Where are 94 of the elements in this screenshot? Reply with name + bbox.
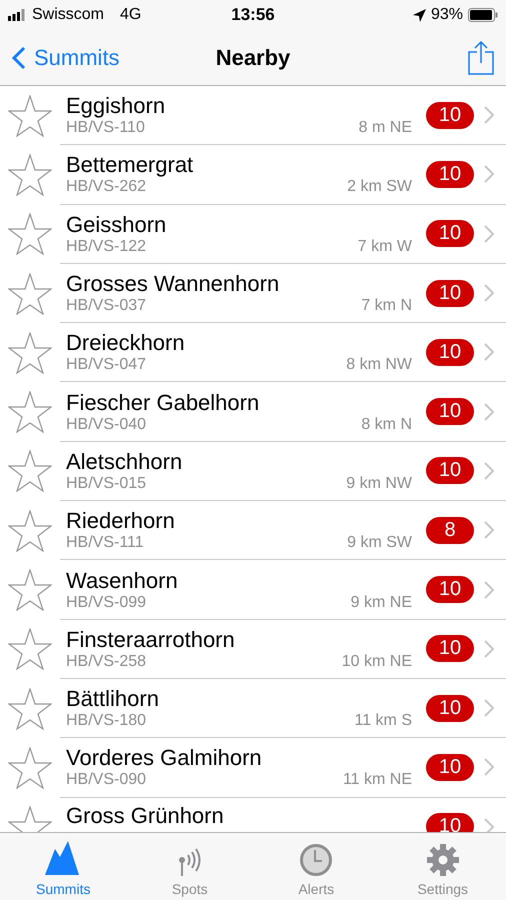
summit-distance: 8 m NE — [358, 119, 412, 138]
settings-icon — [426, 843, 460, 877]
star-icon[interactable] — [8, 332, 52, 374]
chevron-icon — [484, 580, 494, 599]
chevron-icon — [484, 758, 494, 776]
points-badge: 10 — [426, 635, 474, 662]
summit-reference: HB/VS-040 — [66, 416, 146, 434]
summit-reference: HB/VS-047 — [66, 356, 146, 374]
star-icon[interactable] — [8, 688, 52, 730]
tab-bar-item[interactable]: Spots — [126, 833, 253, 900]
chevron-icon — [484, 699, 494, 718]
summit-distance: 7 km W — [358, 238, 412, 256]
tab-bar-item[interactable]: Summits — [0, 833, 126, 900]
summit-name: Eggishorn — [66, 93, 166, 120]
points-badge: 10 — [426, 102, 474, 129]
back-link[interactable]: Summits — [12, 44, 120, 70]
summit-name: Dreieckhorn — [66, 330, 186, 356]
chevron-icon — [484, 521, 494, 540]
points-badge: 10 — [426, 160, 474, 188]
summit-name: Wasenhorn — [66, 568, 179, 594]
star-icon[interactable] — [8, 213, 52, 256]
tab-bar-item[interactable]: Settings — [380, 833, 506, 900]
chevron-icon — [484, 818, 494, 832]
summit-name: Grosses Wannenhorn — [66, 271, 280, 298]
summit-name: Riederhorn — [66, 508, 176, 534]
clock-time: 13:56 — [231, 5, 275, 25]
summit-distance: 11 km NE — [342, 771, 412, 790]
battery-icon — [468, 8, 498, 22]
location-arrow-icon — [412, 8, 426, 22]
chevron-icon — [484, 165, 494, 184]
summit-distance: 7 km N — [361, 297, 412, 316]
chevron-icon — [484, 462, 494, 480]
summit-reference: HB/VS-262 — [66, 178, 146, 196]
chevron-icon — [484, 640, 494, 658]
summit-reference: HB/VS-180 — [66, 712, 146, 730]
battery-percent: 93% — [430, 6, 464, 24]
share-button[interactable] — [468, 40, 494, 74]
chevron-icon — [484, 343, 494, 362]
summit-reference: HB/VS-037 — [66, 297, 146, 316]
summit-distance: 9 km SW — [347, 534, 412, 552]
star-icon[interactable] — [8, 154, 52, 196]
points-badge: 10 — [426, 220, 474, 248]
points-badge: 10 — [426, 398, 474, 426]
star-icon[interactable] — [8, 510, 52, 552]
star-icon[interactable] — [8, 746, 52, 789]
summit-name: Finsteraarrothorn — [66, 626, 236, 653]
star-icon[interactable] — [8, 569, 52, 612]
summit-reference: HB/VS-122 — [66, 238, 146, 256]
chevron-icon — [484, 224, 494, 243]
summit-name: Geisshorn — [66, 212, 168, 238]
page-title: Nearby — [216, 44, 290, 70]
points-badge: 10 — [426, 754, 474, 781]
star-icon[interactable] — [8, 94, 52, 137]
summit-distance: 9 km NE — [350, 594, 412, 612]
summit-name: Vorderes Galmihorn — [66, 745, 263, 772]
antenna-icon — [178, 847, 202, 877]
points-badge: 10 — [426, 457, 474, 484]
carrier-name: Swisscom — [32, 6, 104, 24]
summit-distance: 8 km N — [361, 416, 412, 434]
summit-distance: 8 km NW — [346, 356, 412, 374]
points-badge: 10 — [426, 338, 474, 366]
summit-name: Bettemergrat — [66, 152, 194, 178]
summit-distance: 2 km SW — [347, 178, 412, 196]
chevron-icon — [484, 284, 494, 302]
points-badge: 10 — [426, 813, 474, 832]
star-icon[interactable] — [8, 450, 52, 492]
network-type: 4G — [120, 6, 142, 24]
signal-icon — [8, 9, 26, 21]
summit-name: Gross Grünhorn — [66, 802, 225, 829]
summit-name: Fiescher Gabelhorn — [66, 390, 260, 416]
points-badge: 10 — [426, 694, 474, 722]
star-icon[interactable] — [8, 272, 52, 315]
summit-distance: 9 km NW — [346, 474, 412, 493]
summit-reference: HB/VS-015 — [66, 474, 146, 493]
summit-distance: 10 km NE — [342, 652, 412, 671]
points-badge: 10 — [426, 280, 474, 307]
summit-reference: HB/VS-258 — [66, 652, 146, 671]
clock-icon — [299, 843, 334, 877]
star-icon[interactable] — [8, 628, 52, 670]
summit-name: Aletschhorn — [66, 448, 184, 475]
points-badge: 10 — [426, 576, 474, 604]
summit-name: Bättlihorn — [66, 686, 160, 712]
tab-bar-item[interactable]: Alerts — [253, 833, 380, 900]
summit-reference: HB/VS-090 — [66, 771, 146, 790]
summit-reference: HB/VS-110 — [66, 119, 145, 138]
chevron-icon — [484, 106, 494, 124]
summit-reference: HB/VS-111 — [66, 534, 144, 552]
back-chevron-icon — [12, 46, 26, 70]
summit-reference: HB/VS-099 — [66, 594, 146, 612]
summit-distance: 11 km S — [354, 712, 412, 730]
points-badge: 8 — [426, 516, 474, 544]
mountain-icon — [45, 841, 82, 877]
chevron-icon — [484, 402, 494, 421]
star-icon[interactable] — [8, 391, 52, 434]
